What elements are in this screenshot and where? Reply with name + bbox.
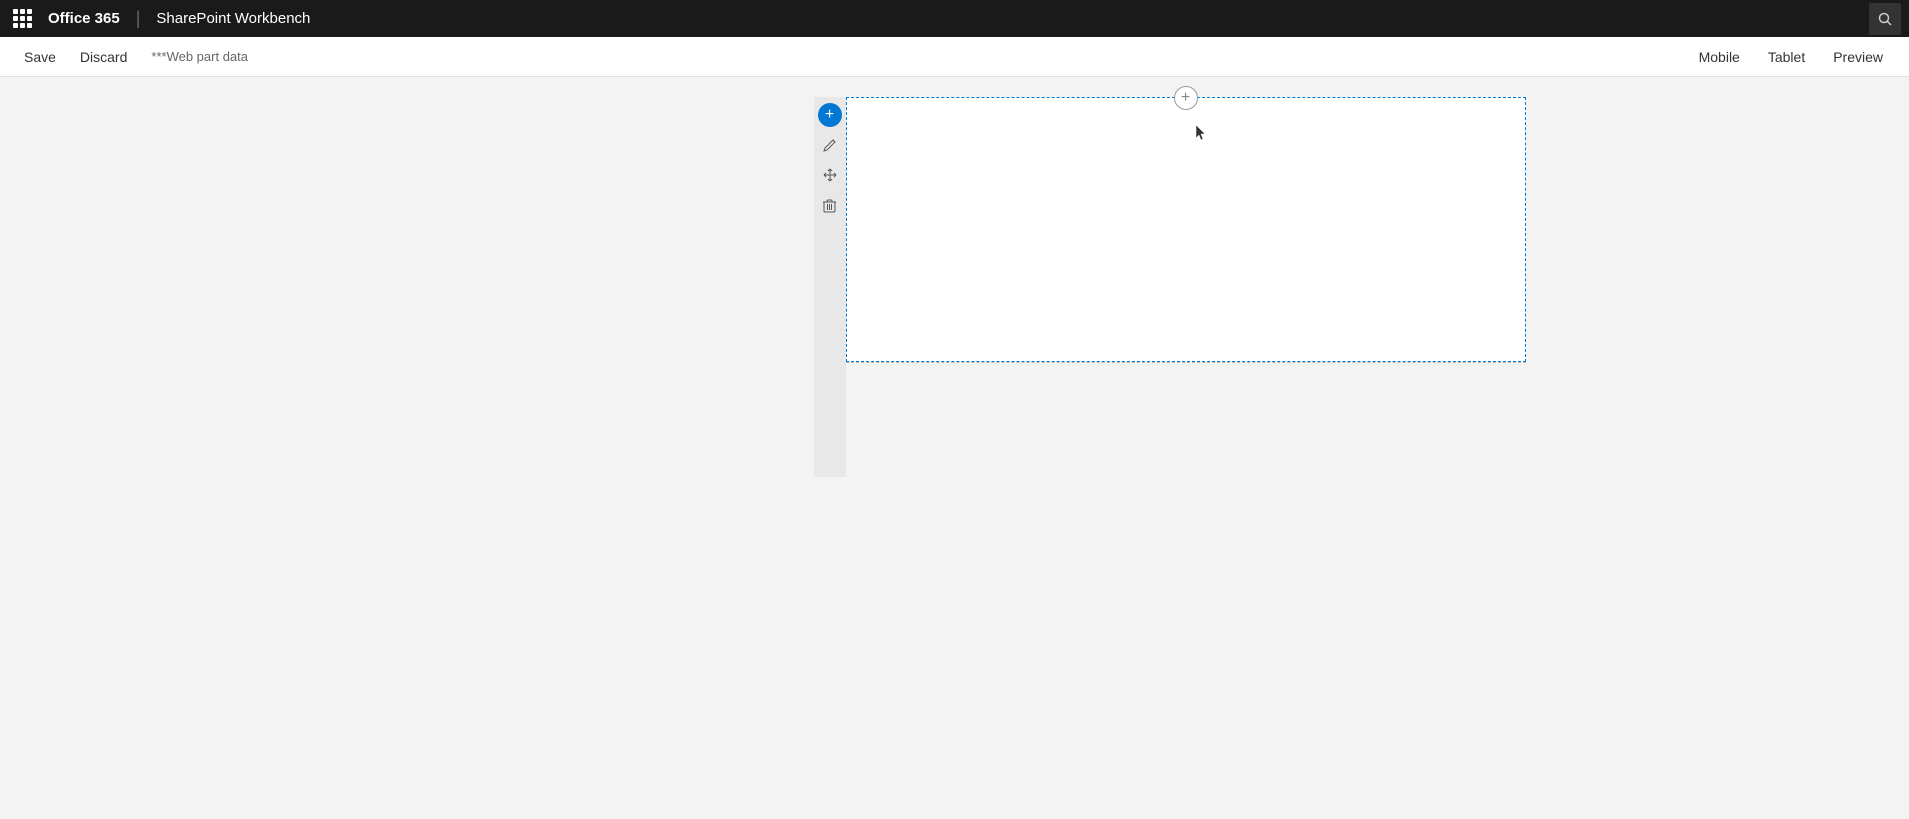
app-name: Office 365 (48, 10, 120, 27)
webpart-zone-bottom (846, 362, 1526, 363)
left-spacer (384, 97, 814, 547)
tablet-button[interactable]: Tablet (1758, 45, 1815, 69)
topbar-divider: | (136, 8, 141, 29)
discard-button[interactable]: Discard (72, 45, 135, 69)
edit-tool[interactable] (818, 133, 842, 157)
preview-button[interactable]: Preview (1823, 45, 1893, 69)
cursor-icon (1195, 124, 1207, 142)
move-tool[interactable] (818, 163, 842, 187)
save-button[interactable]: Save (16, 45, 64, 69)
webpart-zone-active[interactable]: + (846, 97, 1526, 362)
canvas-container: + (814, 97, 1526, 799)
topbar: Office 365 | SharePoint Workbench (0, 0, 1909, 37)
search-icon (1878, 12, 1892, 26)
edit-icon (823, 138, 837, 152)
search-button[interactable] (1869, 3, 1901, 35)
move-icon (823, 168, 837, 182)
content-area: + (0, 77, 1909, 819)
waffle-menu[interactable] (8, 5, 36, 33)
webpart-zone: + (846, 97, 1526, 363)
zone-center-add-button[interactable]: + (1174, 86, 1198, 110)
toolbar-view-buttons: Mobile Tablet Preview (1689, 45, 1893, 69)
add-section-button[interactable]: + (818, 103, 842, 127)
cursor-indicator (1195, 124, 1207, 147)
waffle-icon (13, 9, 32, 28)
left-toolbar: + (814, 97, 846, 477)
add-icon: + (825, 107, 834, 123)
toolbar: Save Discard ***Web part data Mobile Tab… (0, 37, 1909, 77)
workbench-title: SharePoint Workbench (156, 10, 310, 27)
mobile-button[interactable]: Mobile (1689, 45, 1750, 69)
webpart-data-label: ***Web part data (151, 49, 248, 64)
delete-icon (823, 198, 836, 213)
topbar-right (1869, 3, 1901, 35)
delete-tool[interactable] (818, 193, 842, 217)
